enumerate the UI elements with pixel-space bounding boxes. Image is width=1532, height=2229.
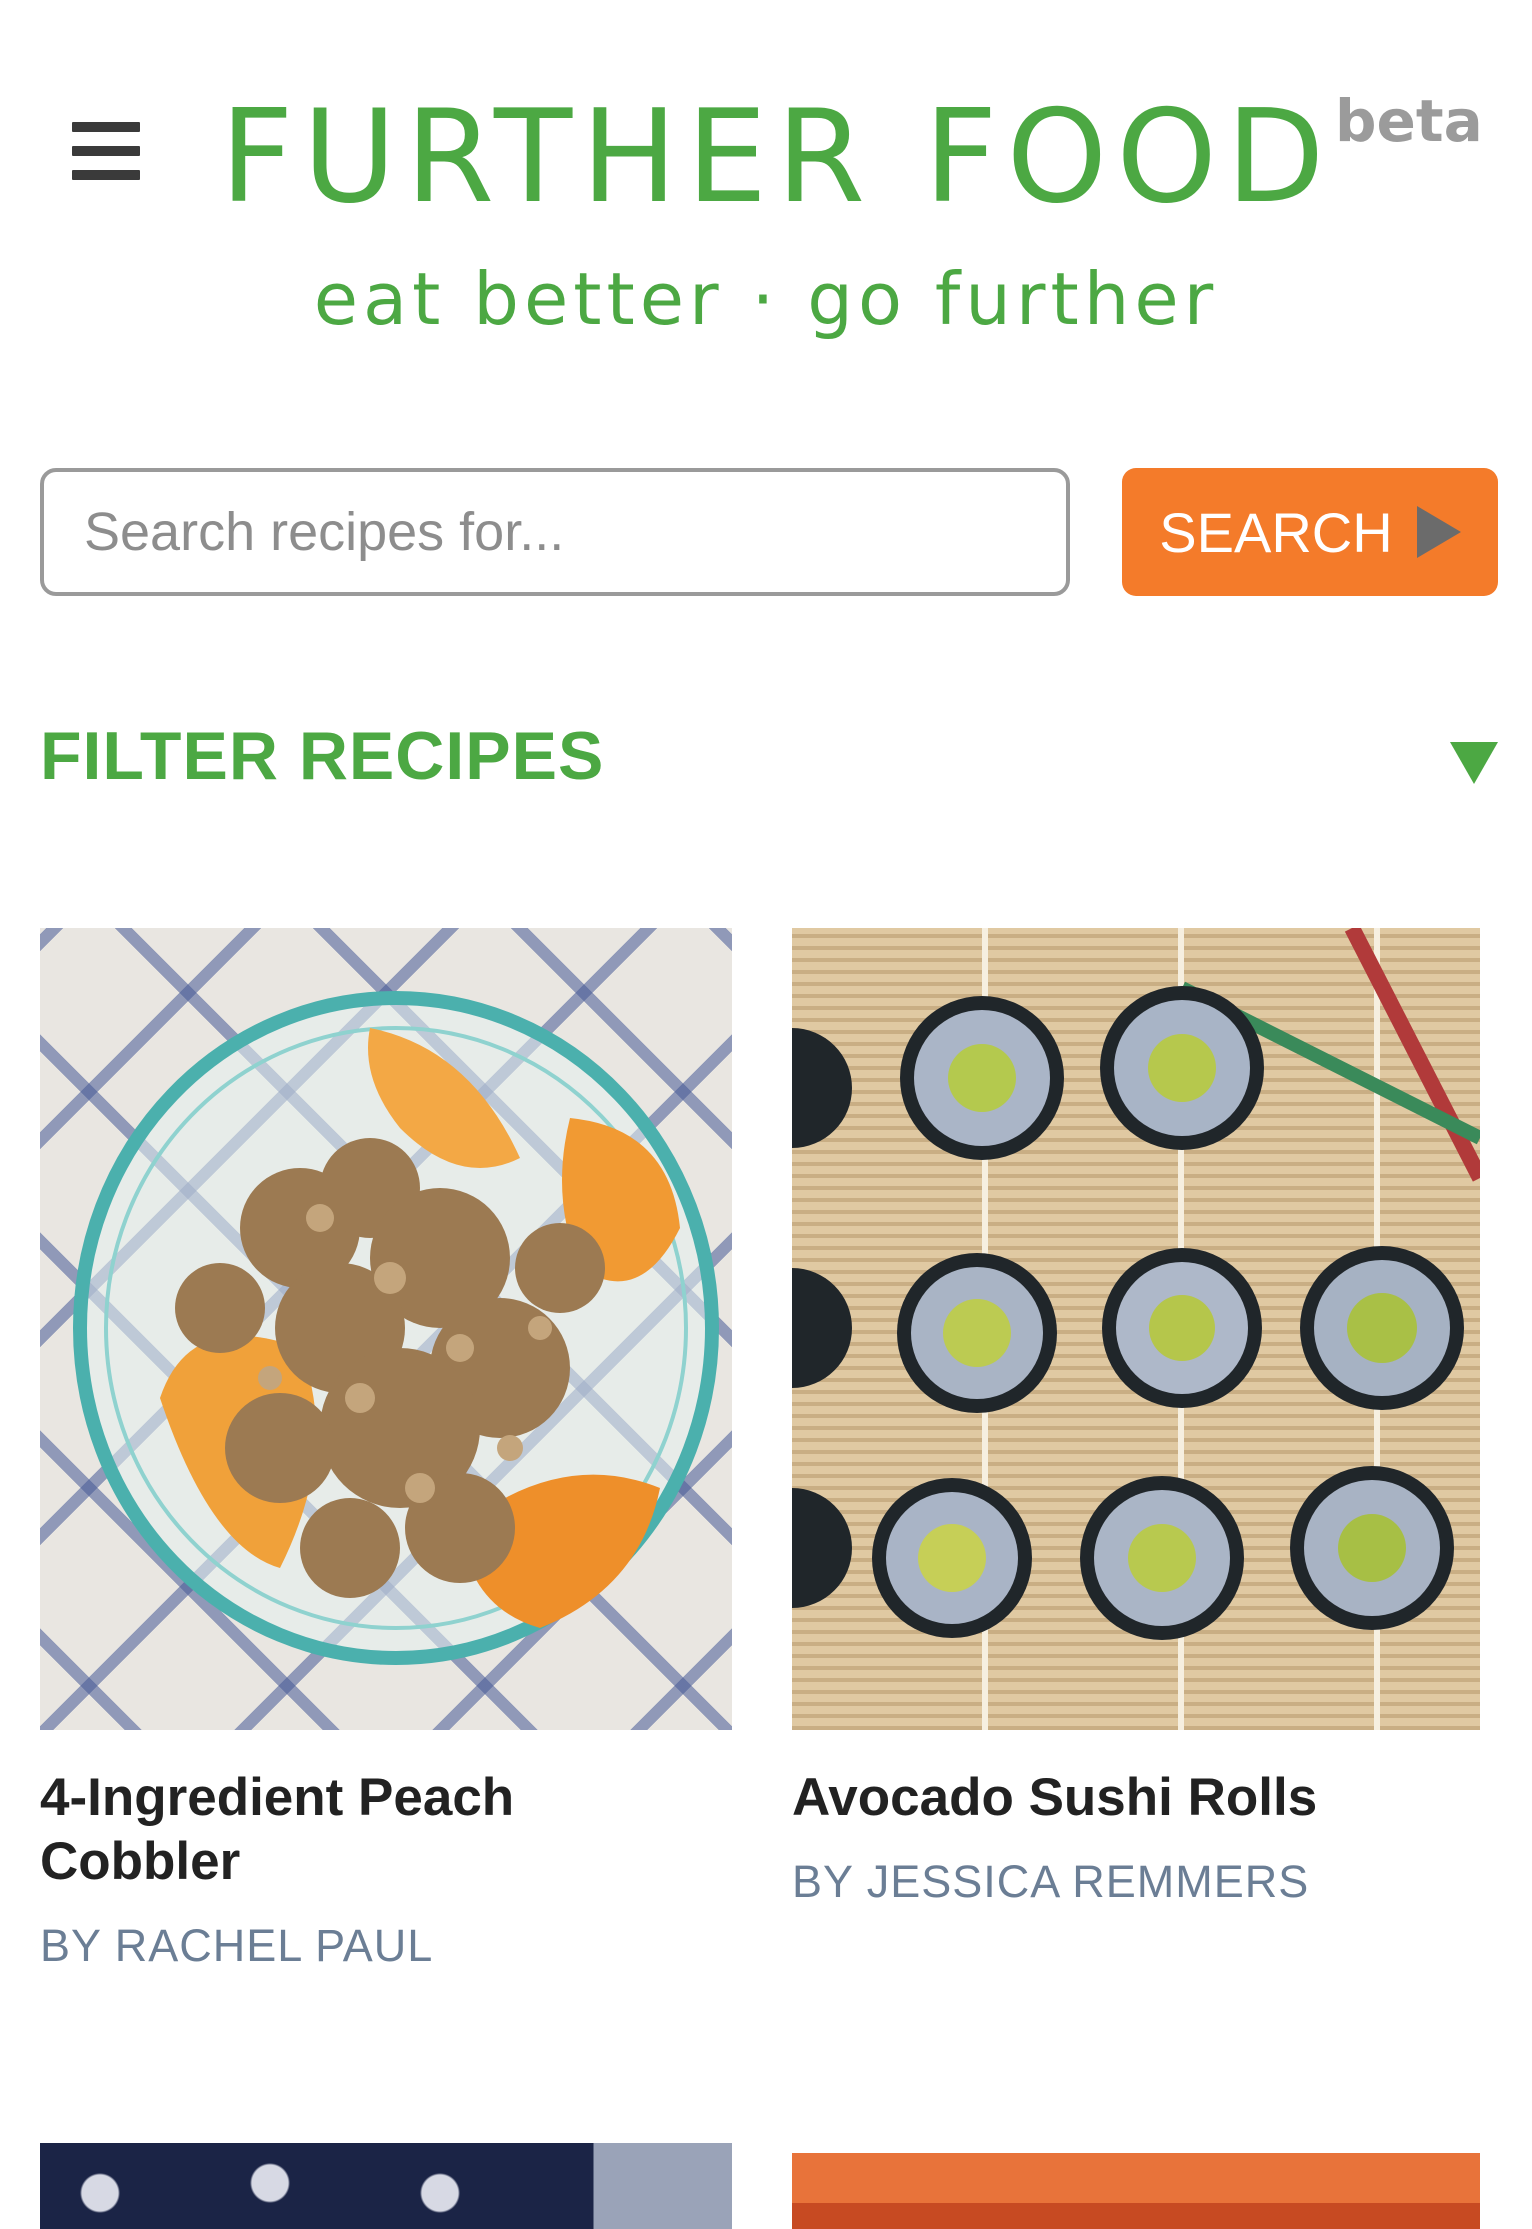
search-button-label: SEARCH [1159,500,1393,564]
menu-bar [72,170,140,180]
triangle-down-icon[interactable] [1450,742,1498,784]
sushi-illustration [792,928,1480,1640]
recipe-title-line[interactable]: 4-Ingredient Peach [40,1766,732,1830]
search-input[interactable] [40,468,1070,596]
recipe-title-line[interactable]: Cobbler [40,1830,732,1894]
menu-bar [72,122,140,132]
recipe-image-partial[interactable] [40,2143,732,2229]
recipe-image-partial[interactable] [792,2143,1480,2229]
brand-name: FURTHER FOOD [220,83,1334,232]
recipe-page: FURTHER FOOD beta eat better · go furthe… [0,0,1532,2229]
recipe-title-line[interactable]: Avocado Sushi Rolls [792,1766,1480,1830]
recipe-image-avocado-sushi[interactable] [792,928,1480,1730]
menu-bar [72,146,140,156]
hamburger-menu-icon[interactable] [72,122,140,180]
filter-recipes-title[interactable]: FILTER RECIPES [40,716,604,796]
recipe-image-peach-cobbler[interactable] [40,928,732,1730]
search-button[interactable]: SEARCH [1122,468,1498,596]
brand-logo[interactable]: FURTHER FOOD beta [220,83,1483,232]
play-triangle-icon [1416,506,1461,558]
peach-cobbler-illustration [73,991,719,1665]
recipe-card[interactable]: 4-Ingredient Peach Cobbler BY RACHEL PAU… [40,928,732,1988]
beta-badge: beta [1335,87,1483,155]
recipe-author[interactable]: BY JESSICA REMMERS [792,1854,1480,1910]
recipe-card[interactable]: Avocado Sushi Rolls BY JESSICA REMMERS [792,928,1480,1988]
recipe-author[interactable]: BY RACHEL PAUL [40,1918,732,1974]
tagline: eat better · go further [313,257,1219,341]
